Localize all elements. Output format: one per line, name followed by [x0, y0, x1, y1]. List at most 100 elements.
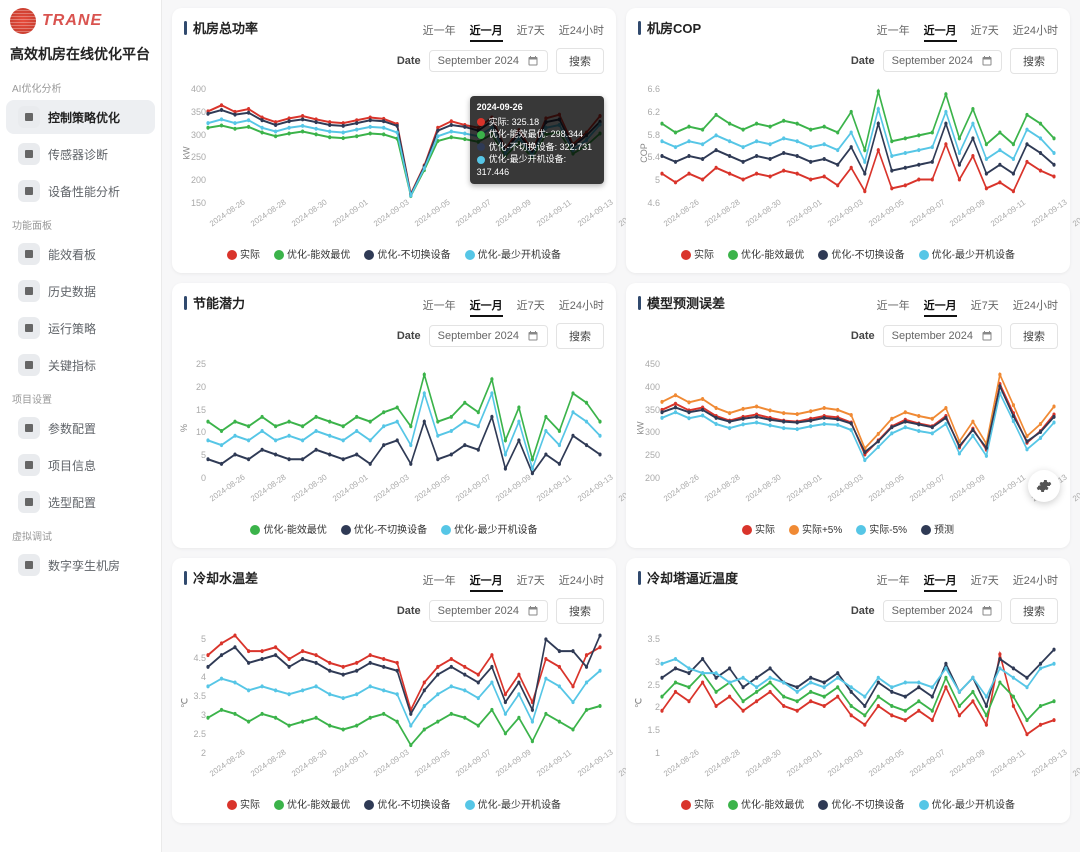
sidebar-item-6[interactable]: 关键指标: [6, 348, 155, 382]
range-tab-week[interactable]: 近7天: [517, 22, 545, 38]
calendar-icon: [527, 55, 539, 67]
range-tab-year[interactable]: 近一年: [877, 22, 910, 38]
search-button[interactable]: 搜索: [556, 598, 604, 624]
y-ticks: 450400350300250200: [642, 359, 660, 483]
range-tab-week[interactable]: 近7天: [517, 297, 545, 313]
date-picker[interactable]: September 2024: [883, 50, 1002, 72]
sidebar-item-5[interactable]: 运行策略: [6, 311, 155, 345]
nav-icon: [18, 554, 40, 576]
sidebar-item-10[interactable]: 数字孪生机房: [6, 548, 155, 582]
group-panel: 功能面板: [0, 211, 161, 234]
range-tab-year[interactable]: 近一年: [423, 297, 456, 313]
sidebar-item-3[interactable]: 能效看板: [6, 237, 155, 271]
sidebar-item-label: 参数配置: [48, 420, 96, 437]
range-tab-day[interactable]: 近24小时: [1013, 297, 1058, 313]
range-tab-day[interactable]: 近24小时: [559, 22, 604, 38]
nav-icon: [18, 491, 40, 513]
legend-item: 优化-能效最优: [728, 796, 804, 811]
range-tab-month[interactable]: 近一月: [924, 22, 957, 38]
nav-icon: [18, 317, 40, 339]
card-title: 模型预测误差: [647, 293, 725, 312]
nav-icon: [18, 280, 40, 302]
x-ticks: 2024-08-262024-08-282024-08-302024-09-01…: [208, 496, 600, 505]
nav-icon: [18, 243, 40, 265]
search-button[interactable]: 搜索: [556, 323, 604, 349]
nav-icon: [18, 180, 40, 202]
range-tab-week[interactable]: 近7天: [971, 22, 999, 38]
plot-area: % 2520151050 2024-08-262024-08-282024-08…: [184, 353, 604, 503]
legend: 实际实际+5%实际-5%预测: [638, 503, 1058, 540]
range-tab-month[interactable]: 近一月: [924, 297, 957, 313]
legend: 实际优化-能效最优优化-不切换设备优化-最少开机设备: [638, 778, 1058, 815]
range-tab-year[interactable]: 近一年: [877, 572, 910, 588]
calendar-icon: [981, 605, 993, 617]
search-button[interactable]: 搜索: [1010, 48, 1058, 74]
range-tab-year[interactable]: 近一年: [877, 297, 910, 313]
sidebar-item-4[interactable]: 历史数据: [6, 274, 155, 308]
legend: 实际优化-能效最优优化-不切换设备优化-最少开机设备: [184, 228, 604, 265]
x-ticks: 2024-08-262024-08-282024-08-302024-09-01…: [662, 221, 1054, 230]
group-debug: 虚拟调试: [0, 522, 161, 545]
sidebar-item-9[interactable]: 选型配置: [6, 485, 155, 519]
range-tab-year[interactable]: 近一年: [423, 22, 456, 38]
range-tab-week[interactable]: 近7天: [971, 572, 999, 588]
x-ticks: 2024-08-262024-08-282024-08-302024-09-01…: [208, 221, 600, 230]
legend-item: 实际: [227, 796, 260, 811]
range-tab-week[interactable]: 近7天: [517, 572, 545, 588]
sidebar-item-1[interactable]: 传感器诊断: [6, 137, 155, 171]
date-label: Date: [851, 330, 875, 342]
date-picker[interactable]: September 2024: [429, 50, 548, 72]
plot-area: ℃ 3.532.521.51 2024-08-262024-08-282024-…: [638, 628, 1058, 778]
range-tab-day[interactable]: 近24小时: [559, 572, 604, 588]
title-bar-icon: [184, 296, 187, 310]
range-tab-year[interactable]: 近一年: [423, 572, 456, 588]
sidebar: TRANE 高效机房在线优化平台 AI优化分析 控制策略优化传感器诊断设备性能分…: [0, 0, 162, 852]
sidebar-item-2[interactable]: 设备性能分析: [6, 174, 155, 208]
legend-item: 实际: [742, 521, 775, 536]
title-bar-icon: [638, 296, 641, 310]
brand-row: TRANE: [0, 0, 161, 42]
range-tab-day[interactable]: 近24小时: [1013, 572, 1058, 588]
range-tab-day[interactable]: 近24小时: [1013, 22, 1058, 38]
range-tab-week[interactable]: 近7天: [971, 297, 999, 313]
sidebar-item-7[interactable]: 参数配置: [6, 411, 155, 445]
date-label: Date: [851, 55, 875, 67]
date-picker[interactable]: September 2024: [429, 600, 548, 622]
search-button[interactable]: 搜索: [1010, 598, 1058, 624]
legend-item: 优化-能效最优: [728, 246, 804, 261]
date-row: Date September 2024 搜索: [184, 48, 604, 74]
card-title-row: 冷却水温差: [184, 568, 258, 587]
sidebar-item-8[interactable]: 项目信息: [6, 448, 155, 482]
date-row: Date September 2024 搜索: [638, 323, 1058, 349]
range-tab-month[interactable]: 近一月: [470, 572, 503, 588]
range-tabs: 近一年近一月近7天近24小时: [877, 568, 1058, 588]
settings-fab[interactable]: [1028, 470, 1060, 502]
chart-card-cw_dt: 冷却水温差 近一年近一月近7天近24小时 Date September 2024…: [172, 558, 616, 823]
range-tabs: 近一年近一月近7天近24小时: [877, 293, 1058, 313]
card-title: 节能潜力: [193, 293, 245, 312]
y-ticks: 2520151050: [188, 359, 206, 483]
range-tabs: 近一年近一月近7天近24小时: [877, 18, 1058, 38]
range-tab-month[interactable]: 近一月: [470, 297, 503, 313]
search-button[interactable]: 搜索: [556, 48, 604, 74]
range-tab-month[interactable]: 近一月: [470, 22, 503, 38]
sidebar-item-label: 历史数据: [48, 283, 96, 300]
card-title: 机房总功率: [193, 18, 258, 37]
y-ticks: 54.543.532.52: [188, 634, 206, 758]
sidebar-item-0[interactable]: 控制策略优化: [6, 100, 155, 134]
search-button[interactable]: 搜索: [1010, 323, 1058, 349]
plot-area: kW 400350300250200150 2024-08-262024-08-…: [184, 78, 604, 228]
range-tab-month[interactable]: 近一月: [924, 572, 957, 588]
y-ticks: 400350300250200150: [188, 84, 206, 208]
title-bar-icon: [184, 21, 187, 35]
date-picker[interactable]: September 2024: [883, 600, 1002, 622]
chart-card-cop: 机房COP 近一年近一月近7天近24小时 Date September 2024…: [626, 8, 1070, 273]
date-picker[interactable]: September 2024: [883, 325, 1002, 347]
date-picker[interactable]: September 2024: [429, 325, 548, 347]
range-tab-day[interactable]: 近24小时: [559, 297, 604, 313]
legend-item: 优化-能效最优: [274, 246, 350, 261]
legend-item: 优化-不切换设备: [818, 796, 904, 811]
plot-area: ℃ 54.543.532.52 2024-08-262024-08-282024…: [184, 628, 604, 778]
legend-item: 优化-最少开机设备: [465, 246, 561, 261]
sidebar-item-label: 控制策略优化: [48, 109, 120, 126]
